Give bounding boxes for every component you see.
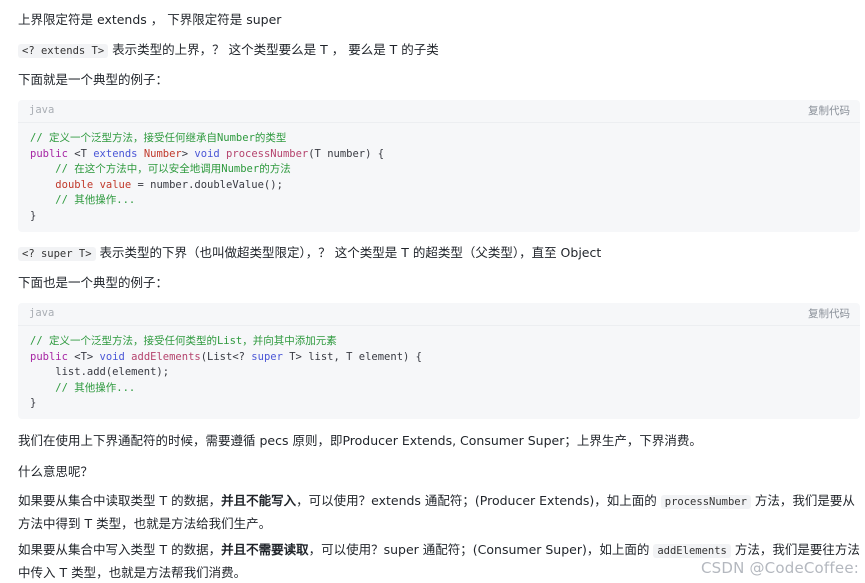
text-span: 如果要从集合中写入类型 T 的数据，	[18, 542, 222, 557]
bold-text: 并且不能写入	[221, 493, 297, 508]
upper-bound-desc: 表示类型的上界，？ 这个类型要么是 T ， 要么是 T 的子类	[108, 42, 439, 57]
pecs-paragraph: 我们在使用上下界通配符的时候，需要遵循 pecs 原则，即Producer Ex…	[18, 433, 702, 448]
code-block-1: java 复制代码 // 定义一个泛型方法，接受任何继承自Number的类型 p…	[18, 100, 860, 232]
copy-code-button[interactable]: 复制代码	[808, 306, 850, 321]
text-span: ，可以使用？extends 通配符；(Producer Extends)，如上面…	[296, 493, 661, 508]
bold-text: 并且不需要读取	[221, 542, 309, 557]
code-line: // 定义一个泛型方法，接受任何继承自Number的类型	[30, 132, 287, 144]
code-content: // 定义一个泛型方法，接受任何类型的List，并向其中添加元素 public …	[30, 335, 422, 409]
code-line: // 定义一个泛型方法，接受任何类型的List，并向其中添加元素	[30, 335, 337, 347]
code-line: public	[30, 147, 68, 160]
inline-code-addelements: addElements	[653, 544, 731, 558]
text-span: 如果要从集合中读取类型 T 的数据，	[18, 493, 222, 508]
upper-bound-line: <? extends T> 表示类型的上界，？ 这个类型要么是 T ， 要么是 …	[18, 41, 439, 60]
inline-code-upper: <? extends T>	[18, 44, 109, 58]
code-lang-label: java	[29, 104, 55, 116]
text-span: ，可以使用？super 通配符；(Consumer Super)，如上面的	[308, 542, 654, 557]
code-block-header: java 复制代码	[18, 100, 860, 123]
csdn-watermark: CSDN @CodeCoffee:	[700, 559, 859, 577]
code-block-header: java 复制代码	[18, 303, 860, 326]
inline-code-lower: <? super T>	[18, 247, 96, 261]
example1-label: 下面就是一个典型的例子：	[18, 72, 169, 87]
code-block-2: java 复制代码 // 定义一个泛型方法，接受任何类型的List，并向其中添加…	[18, 303, 860, 419]
copy-code-button[interactable]: 复制代码	[808, 103, 850, 118]
code-content: // 定义一个泛型方法，接受任何继承自Number的类型 public <T e…	[30, 132, 385, 222]
lower-bound-desc: 表示类型的下界（也叫做超类型限定），？ 这个类型是 T 的超类型（父类型），直至…	[95, 245, 602, 260]
code-lang-label: java	[29, 307, 55, 319]
example2-label: 下面也是一个典型的例子：	[18, 275, 169, 290]
question-line: 什么意思呢？	[18, 464, 94, 479]
code-line: // 在这个方法中，可以安全地调用Number的方法	[55, 163, 291, 175]
lower-bound-line: <? super T> 表示类型的下界（也叫做超类型限定），？ 这个类型是 T …	[18, 244, 601, 263]
intro-bounds-line: 上界限定符是 extends ， 下界限定符是 super	[18, 12, 282, 27]
inline-code-processnumber: processNumber	[660, 495, 751, 509]
paragraph-producer: 如果要从集合中读取类型 T 的数据，并且不能写入，可以使用？extends 通配…	[18, 490, 860, 534]
